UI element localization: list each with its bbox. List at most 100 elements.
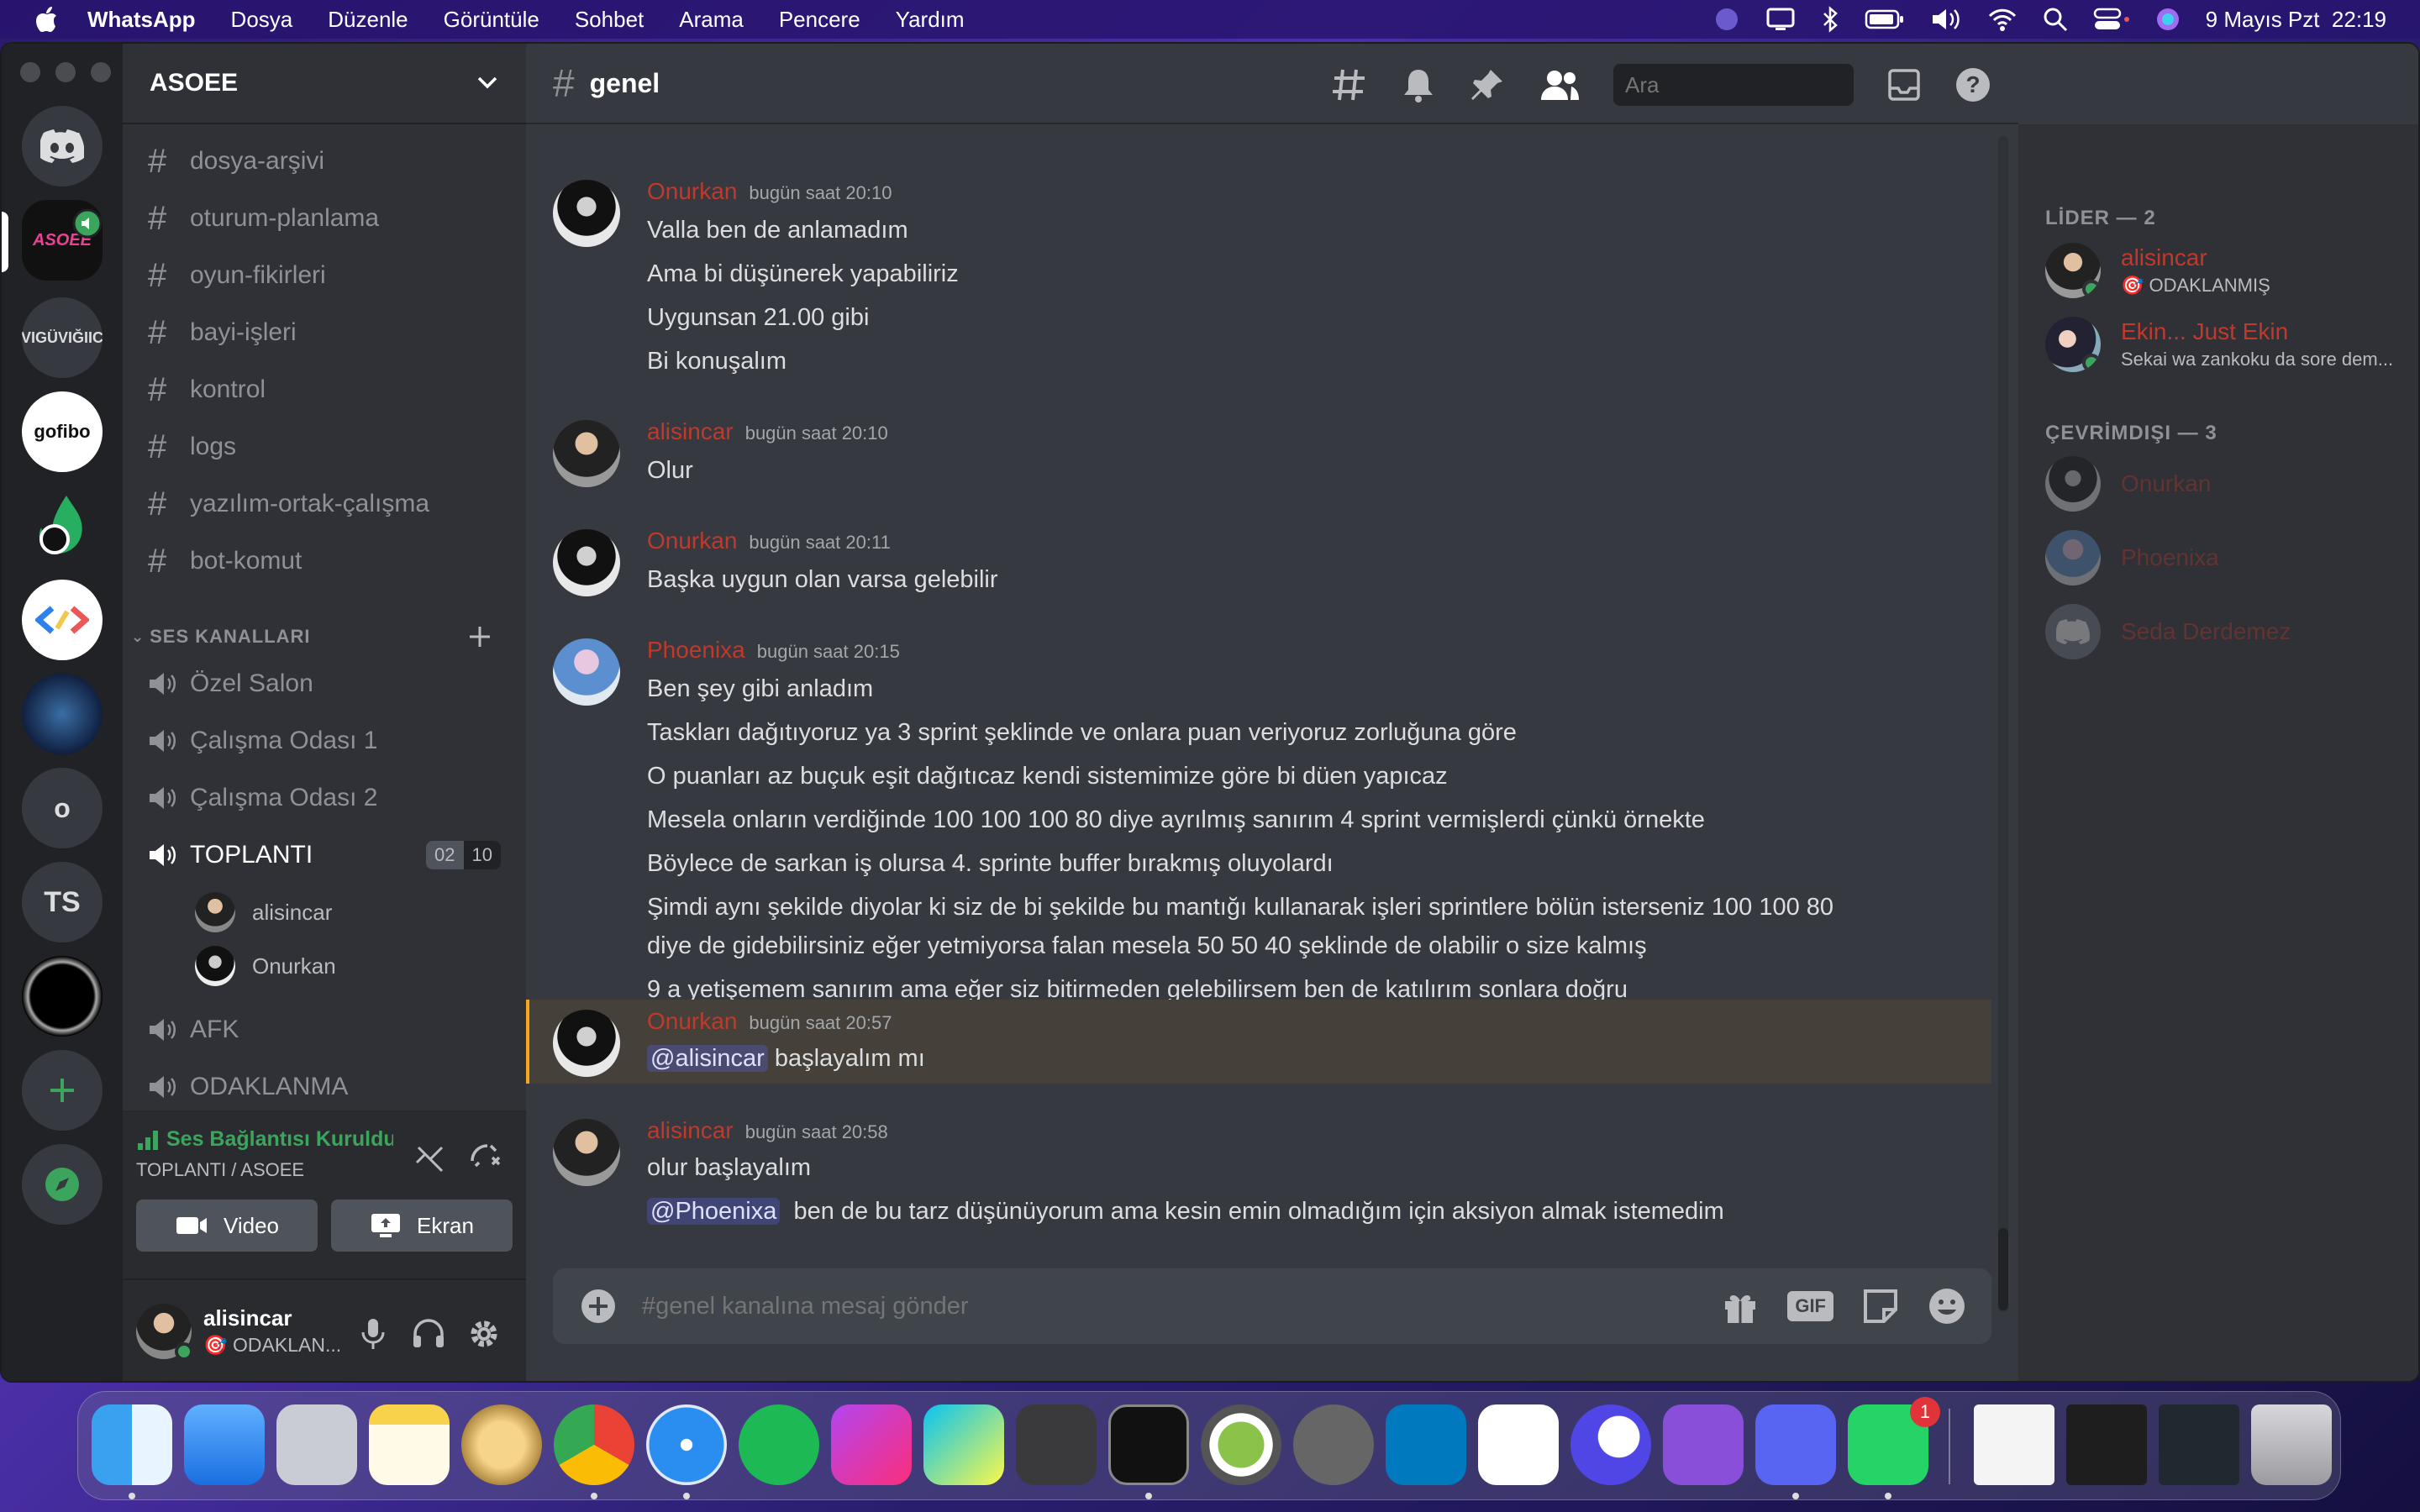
sequel-pro-icon[interactable] — [461, 1404, 542, 1485]
message-input[interactable] — [642, 1292, 1723, 1320]
discord-icon[interactable] — [1755, 1404, 1836, 1485]
screen-share-button[interactable]: Ekran — [331, 1200, 513, 1252]
member-ekin[interactable]: Ekin... Just Ekin Sekai wa zankoku da so… — [2045, 311, 2393, 378]
server-code[interactable] — [22, 580, 103, 660]
menu-window[interactable]: Pencere — [779, 7, 860, 33]
explore-servers-button[interactable] — [22, 1144, 103, 1225]
member-phoenixa[interactable]: Phoenixa — [2045, 524, 2219, 591]
settings-gear-icon[interactable] — [467, 1317, 501, 1351]
author-name[interactable]: alisincar — [647, 418, 734, 445]
voice-channel-ozel-salon[interactable]: Özel Salon — [148, 659, 509, 709]
gift-icon[interactable] — [1722, 1288, 1759, 1325]
server-gofibo[interactable]: gofibo — [22, 391, 103, 472]
minimize-window-button[interactable] — [55, 62, 76, 82]
add-channel-icon[interactable] — [467, 624, 492, 649]
siri-icon[interactable] — [2155, 7, 2181, 32]
channel-yazilim-ortak-calisma[interactable]: # yazılım-ortak-çalışma — [148, 479, 509, 529]
user-status[interactable]: 🎯 ODAKLAN... — [203, 1334, 341, 1357]
voice-status-text[interactable]: Ses Bağlantısı Kuruldu — [166, 1127, 393, 1152]
home-button[interactable] — [22, 106, 103, 186]
safari-icon[interactable] — [646, 1404, 727, 1485]
chrome-icon[interactable] — [554, 1404, 634, 1485]
search-box[interactable] — [1613, 64, 1907, 106]
trash-icon[interactable] — [2251, 1404, 2332, 1485]
recent-terminal-thumbnail[interactable] — [2066, 1404, 2147, 1485]
server-o[interactable]: o — [22, 768, 103, 848]
menubar-clock[interactable]: 9 Mayıs Pzt 22:19 — [2206, 7, 2386, 33]
focus-circle-icon[interactable] — [1713, 6, 1740, 33]
microphone-icon[interactable] — [360, 1317, 387, 1351]
bluetooth-icon[interactable] — [1821, 6, 1839, 33]
recent-document-thumbnail[interactable] — [1974, 1404, 2054, 1485]
visual-studio-icon[interactable] — [1663, 1404, 1744, 1485]
volume-icon[interactable] — [1930, 7, 1962, 32]
voice-location[interactable]: TOPLANTI / ASOEE — [136, 1159, 304, 1181]
voice-channel-calisma-odasi-1[interactable]: Çalışma Odası 1 — [148, 716, 509, 766]
help-icon[interactable]: ? — [1954, 66, 1991, 103]
author-name[interactable]: Phoenixa — [647, 637, 745, 664]
tableplus-icon[interactable] — [1293, 1404, 1374, 1485]
menu-view[interactable]: Görüntüle — [444, 7, 539, 33]
user-mention[interactable]: @alisincar — [647, 1045, 768, 1072]
avatar[interactable] — [553, 180, 620, 247]
reminders-icon[interactable] — [1478, 1404, 1559, 1485]
server-header[interactable]: ASOEE — [123, 44, 526, 124]
notification-bell-icon[interactable] — [1402, 66, 1435, 103]
menu-help[interactable]: Yardım — [896, 7, 965, 33]
scrollbar-thumb[interactable] — [1998, 1228, 2008, 1310]
author-name[interactable]: Onurkan — [647, 178, 737, 205]
server-vigu[interactable]: VIGÜVIĞIIC — [22, 297, 103, 378]
pin-icon[interactable] — [1469, 66, 1506, 103]
recent-screenshot-thumbnail[interactable] — [2159, 1404, 2239, 1485]
server-eclipse[interactable] — [22, 956, 103, 1037]
chat-scrollbar[interactable] — [1998, 136, 2008, 1312]
member-onurkan[interactable]: Onurkan — [2045, 450, 2211, 517]
member-seda[interactable]: Seda Derdemez — [2045, 598, 2291, 665]
launchpad-icon[interactable] — [276, 1404, 357, 1485]
calculator-icon[interactable] — [1016, 1404, 1097, 1485]
control-center-icon[interactable] — [2093, 7, 2130, 32]
inbox-icon[interactable] — [1887, 68, 1921, 102]
mail-icon[interactable] — [184, 1404, 265, 1485]
keepassxc-icon[interactable] — [1201, 1404, 1281, 1485]
voice-channel-afk[interactable]: AFK — [148, 1005, 509, 1055]
menu-file[interactable]: Dosya — [231, 7, 293, 33]
channel-dosya-arsivi[interactable]: # dosya-arşivi — [148, 136, 509, 186]
server-green-flame[interactable] — [22, 486, 103, 566]
battery-icon[interactable] — [1865, 8, 1905, 30]
avatar[interactable] — [553, 1010, 620, 1077]
user-name[interactable]: alisincar — [203, 1305, 292, 1331]
emoji-icon[interactable] — [1928, 1287, 1966, 1326]
sticker-icon[interactable] — [1862, 1288, 1899, 1325]
menu-edit[interactable]: Düzenle — [328, 7, 408, 33]
voice-channel-calisma-odasi-2[interactable]: Çalışma Odası 2 — [148, 773, 509, 823]
video-button[interactable]: Video — [136, 1200, 318, 1252]
member-list-icon[interactable] — [1539, 68, 1580, 102]
zoom-window-button[interactable] — [91, 62, 111, 82]
spotify-icon[interactable] — [739, 1404, 819, 1485]
terminal-icon[interactable] — [1108, 1404, 1189, 1485]
user-mention[interactable]: @Phoenixa — [647, 1198, 781, 1225]
avatar[interactable] — [553, 529, 620, 596]
category-voice-channels[interactable]: ⌄ SES KANALLARI — [131, 620, 509, 654]
trello-icon[interactable] — [1386, 1404, 1466, 1485]
voice-user-onurkan[interactable]: Onurkan — [195, 942, 336, 990]
member-alisincar[interactable]: alisincar 🎯 ODAKLANMIŞ — [2045, 237, 2270, 304]
author-name[interactable]: Onurkan — [647, 528, 737, 554]
add-server-button[interactable] — [22, 1050, 103, 1131]
avatar[interactable] — [553, 638, 620, 706]
channel-kontrol[interactable]: # kontrol — [148, 365, 509, 415]
server-ts[interactable]: TS — [22, 862, 103, 942]
avatar[interactable] — [553, 420, 620, 487]
wifi-icon[interactable] — [1987, 7, 2018, 32]
voice-channel-odaklanma[interactable]: ODAKLANMA — [148, 1062, 509, 1112]
author-name[interactable]: Onurkan — [647, 1008, 737, 1035]
phpstorm-icon[interactable] — [831, 1404, 912, 1485]
finder-icon[interactable] — [92, 1404, 172, 1485]
moon-app-icon[interactable] — [1570, 1404, 1651, 1485]
channel-oturum-planlama[interactable]: # oturum-planlama — [148, 193, 509, 244]
author-name[interactable]: alisincar — [647, 1117, 734, 1144]
headphones-icon[interactable] — [412, 1317, 445, 1351]
voice-channel-toplanti[interactable]: TOPLANTI 02 10 — [148, 830, 509, 880]
noise-suppression-icon[interactable] — [412, 1137, 449, 1174]
